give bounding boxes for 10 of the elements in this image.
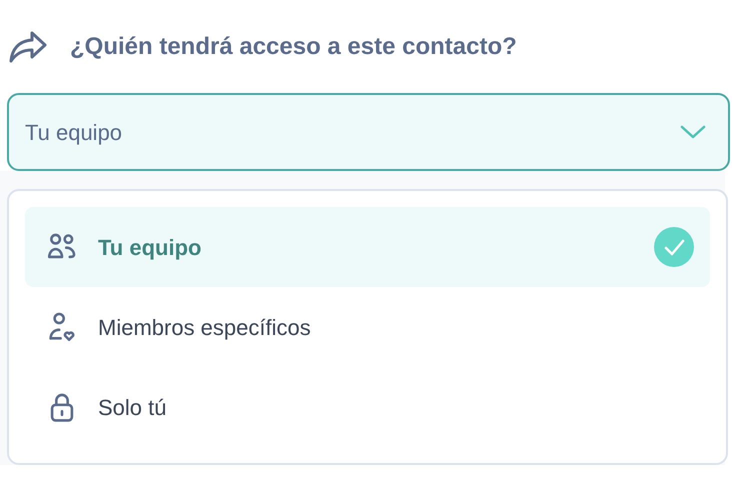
option-item[interactable]: Tu equipo	[25, 207, 710, 287]
option-item[interactable]: Miembros específicos	[25, 287, 710, 367]
access-select[interactable]: Tu equipo	[7, 93, 730, 171]
option-label: Miembros específicos	[98, 314, 312, 342]
check-icon	[654, 227, 694, 267]
share-arrow-icon	[8, 30, 48, 64]
option-item[interactable]: Solo tú	[25, 367, 710, 447]
heading: ¿Quién tendrá acceso a este contacto?	[70, 32, 517, 62]
option-label: Tu equipo	[98, 234, 202, 262]
option-label: Solo tú	[98, 394, 168, 422]
